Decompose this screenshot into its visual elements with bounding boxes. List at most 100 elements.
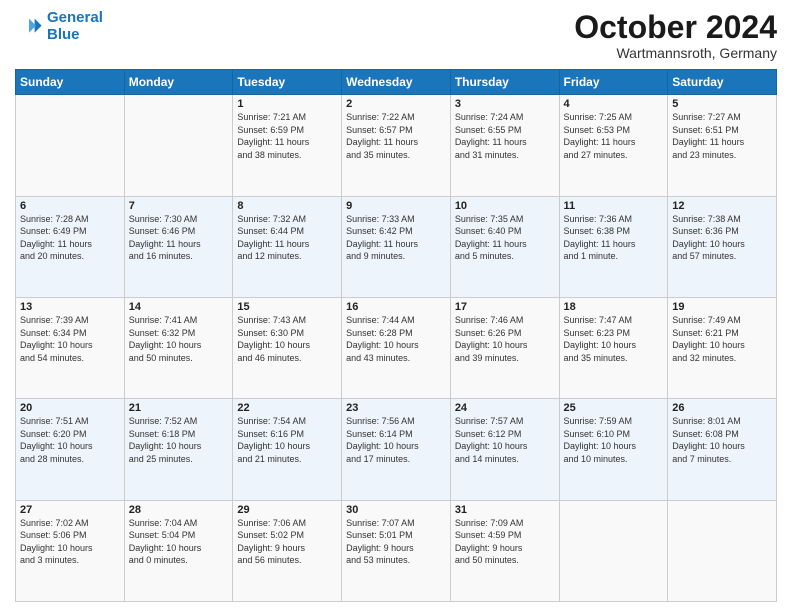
day-info: Sunrise: 7:54 AM Sunset: 6:16 PM Dayligh… xyxy=(237,415,337,465)
header: General Blue October 2024 Wartmannsroth,… xyxy=(15,10,777,61)
day-info: Sunrise: 7:57 AM Sunset: 6:12 PM Dayligh… xyxy=(455,415,555,465)
day-number: 22 xyxy=(237,402,337,414)
day-cell: 10Sunrise: 7:35 AM Sunset: 6:40 PM Dayli… xyxy=(450,196,559,297)
day-number: 19 xyxy=(672,301,772,313)
day-number: 12 xyxy=(672,200,772,212)
day-cell: 24Sunrise: 7:57 AM Sunset: 6:12 PM Dayli… xyxy=(450,399,559,500)
day-cell: 29Sunrise: 7:06 AM Sunset: 5:02 PM Dayli… xyxy=(233,500,342,601)
day-cell: 30Sunrise: 7:07 AM Sunset: 5:01 PM Dayli… xyxy=(342,500,451,601)
day-info: Sunrise: 7:27 AM Sunset: 6:51 PM Dayligh… xyxy=(672,111,772,161)
day-info: Sunrise: 7:09 AM Sunset: 4:59 PM Dayligh… xyxy=(455,517,555,567)
day-info: Sunrise: 7:28 AM Sunset: 6:49 PM Dayligh… xyxy=(20,213,120,263)
day-cell: 8Sunrise: 7:32 AM Sunset: 6:44 PM Daylig… xyxy=(233,196,342,297)
week-row-1: 1Sunrise: 7:21 AM Sunset: 6:59 PM Daylig… xyxy=(16,95,777,196)
day-number: 24 xyxy=(455,402,555,414)
day-cell: 9Sunrise: 7:33 AM Sunset: 6:42 PM Daylig… xyxy=(342,196,451,297)
day-number: 29 xyxy=(237,504,337,516)
day-number: 23 xyxy=(346,402,446,414)
weekday-header-row: SundayMondayTuesdayWednesdayThursdayFrid… xyxy=(16,70,777,95)
day-cell: 22Sunrise: 7:54 AM Sunset: 6:16 PM Dayli… xyxy=(233,399,342,500)
day-number: 6 xyxy=(20,200,120,212)
weekday-monday: Monday xyxy=(124,70,233,95)
day-info: Sunrise: 7:44 AM Sunset: 6:28 PM Dayligh… xyxy=(346,314,446,364)
day-cell: 1Sunrise: 7:21 AM Sunset: 6:59 PM Daylig… xyxy=(233,95,342,196)
day-cell: 14Sunrise: 7:41 AM Sunset: 6:32 PM Dayli… xyxy=(124,297,233,398)
day-info: Sunrise: 7:35 AM Sunset: 6:40 PM Dayligh… xyxy=(455,213,555,263)
day-info: Sunrise: 7:32 AM Sunset: 6:44 PM Dayligh… xyxy=(237,213,337,263)
calendar-header: SundayMondayTuesdayWednesdayThursdayFrid… xyxy=(16,70,777,95)
day-number: 20 xyxy=(20,402,120,414)
day-cell xyxy=(16,95,125,196)
day-number: 1 xyxy=(237,98,337,110)
week-row-4: 20Sunrise: 7:51 AM Sunset: 6:20 PM Dayli… xyxy=(16,399,777,500)
day-info: Sunrise: 7:25 AM Sunset: 6:53 PM Dayligh… xyxy=(564,111,664,161)
day-cell xyxy=(559,500,668,601)
day-cell: 6Sunrise: 7:28 AM Sunset: 6:49 PM Daylig… xyxy=(16,196,125,297)
day-cell: 12Sunrise: 7:38 AM Sunset: 6:36 PM Dayli… xyxy=(668,196,777,297)
day-info: Sunrise: 7:22 AM Sunset: 6:57 PM Dayligh… xyxy=(346,111,446,161)
day-info: Sunrise: 7:52 AM Sunset: 6:18 PM Dayligh… xyxy=(129,415,229,465)
day-number: 28 xyxy=(129,504,229,516)
day-cell: 19Sunrise: 7:49 AM Sunset: 6:21 PM Dayli… xyxy=(668,297,777,398)
day-cell: 18Sunrise: 7:47 AM Sunset: 6:23 PM Dayli… xyxy=(559,297,668,398)
calendar-table: SundayMondayTuesdayWednesdayThursdayFrid… xyxy=(15,69,777,602)
day-cell: 3Sunrise: 7:24 AM Sunset: 6:55 PM Daylig… xyxy=(450,95,559,196)
day-cell: 17Sunrise: 7:46 AM Sunset: 6:26 PM Dayli… xyxy=(450,297,559,398)
weekday-saturday: Saturday xyxy=(668,70,777,95)
weekday-sunday: Sunday xyxy=(16,70,125,95)
location: Wartmannsroth, Germany xyxy=(574,45,777,61)
day-info: Sunrise: 7:43 AM Sunset: 6:30 PM Dayligh… xyxy=(237,314,337,364)
day-cell: 23Sunrise: 7:56 AM Sunset: 6:14 PM Dayli… xyxy=(342,399,451,500)
day-number: 30 xyxy=(346,504,446,516)
day-number: 18 xyxy=(564,301,664,313)
day-info: Sunrise: 7:04 AM Sunset: 5:04 PM Dayligh… xyxy=(129,517,229,567)
day-info: Sunrise: 7:06 AM Sunset: 5:02 PM Dayligh… xyxy=(237,517,337,567)
day-number: 21 xyxy=(129,402,229,414)
day-info: Sunrise: 7:21 AM Sunset: 6:59 PM Dayligh… xyxy=(237,111,337,161)
day-info: Sunrise: 8:01 AM Sunset: 6:08 PM Dayligh… xyxy=(672,415,772,465)
day-number: 11 xyxy=(564,200,664,212)
day-number: 3 xyxy=(455,98,555,110)
day-number: 14 xyxy=(129,301,229,313)
day-cell: 5Sunrise: 7:27 AM Sunset: 6:51 PM Daylig… xyxy=(668,95,777,196)
day-info: Sunrise: 7:49 AM Sunset: 6:21 PM Dayligh… xyxy=(672,314,772,364)
day-number: 13 xyxy=(20,301,120,313)
day-cell: 11Sunrise: 7:36 AM Sunset: 6:38 PM Dayli… xyxy=(559,196,668,297)
day-cell: 25Sunrise: 7:59 AM Sunset: 6:10 PM Dayli… xyxy=(559,399,668,500)
day-number: 27 xyxy=(20,504,120,516)
day-number: 26 xyxy=(672,402,772,414)
day-cell: 15Sunrise: 7:43 AM Sunset: 6:30 PM Dayli… xyxy=(233,297,342,398)
day-info: Sunrise: 7:33 AM Sunset: 6:42 PM Dayligh… xyxy=(346,213,446,263)
day-cell: 13Sunrise: 7:39 AM Sunset: 6:34 PM Dayli… xyxy=(16,297,125,398)
weekday-thursday: Thursday xyxy=(450,70,559,95)
day-info: Sunrise: 7:38 AM Sunset: 6:36 PM Dayligh… xyxy=(672,213,772,263)
day-cell: 4Sunrise: 7:25 AM Sunset: 6:53 PM Daylig… xyxy=(559,95,668,196)
calendar-body: 1Sunrise: 7:21 AM Sunset: 6:59 PM Daylig… xyxy=(16,95,777,602)
day-cell xyxy=(668,500,777,601)
day-cell: 20Sunrise: 7:51 AM Sunset: 6:20 PM Dayli… xyxy=(16,399,125,500)
title-area: October 2024 Wartmannsroth, Germany xyxy=(574,10,777,61)
day-info: Sunrise: 7:02 AM Sunset: 5:06 PM Dayligh… xyxy=(20,517,120,567)
day-cell: 7Sunrise: 7:30 AM Sunset: 6:46 PM Daylig… xyxy=(124,196,233,297)
logo-text: General Blue xyxy=(47,10,103,43)
day-number: 4 xyxy=(564,98,664,110)
week-row-3: 13Sunrise: 7:39 AM Sunset: 6:34 PM Dayli… xyxy=(16,297,777,398)
day-info: Sunrise: 7:46 AM Sunset: 6:26 PM Dayligh… xyxy=(455,314,555,364)
day-cell: 26Sunrise: 8:01 AM Sunset: 6:08 PM Dayli… xyxy=(668,399,777,500)
day-info: Sunrise: 7:56 AM Sunset: 6:14 PM Dayligh… xyxy=(346,415,446,465)
day-cell xyxy=(124,95,233,196)
weekday-wednesday: Wednesday xyxy=(342,70,451,95)
day-cell: 31Sunrise: 7:09 AM Sunset: 4:59 PM Dayli… xyxy=(450,500,559,601)
day-number: 16 xyxy=(346,301,446,313)
logo: General Blue xyxy=(15,10,103,43)
day-cell: 27Sunrise: 7:02 AM Sunset: 5:06 PM Dayli… xyxy=(16,500,125,601)
day-info: Sunrise: 7:39 AM Sunset: 6:34 PM Dayligh… xyxy=(20,314,120,364)
day-number: 7 xyxy=(129,200,229,212)
logo-icon xyxy=(15,13,43,41)
month-title: October 2024 xyxy=(574,10,777,45)
weekday-tuesday: Tuesday xyxy=(233,70,342,95)
day-cell: 21Sunrise: 7:52 AM Sunset: 6:18 PM Dayli… xyxy=(124,399,233,500)
day-info: Sunrise: 7:07 AM Sunset: 5:01 PM Dayligh… xyxy=(346,517,446,567)
day-info: Sunrise: 7:41 AM Sunset: 6:32 PM Dayligh… xyxy=(129,314,229,364)
day-cell: 16Sunrise: 7:44 AM Sunset: 6:28 PM Dayli… xyxy=(342,297,451,398)
